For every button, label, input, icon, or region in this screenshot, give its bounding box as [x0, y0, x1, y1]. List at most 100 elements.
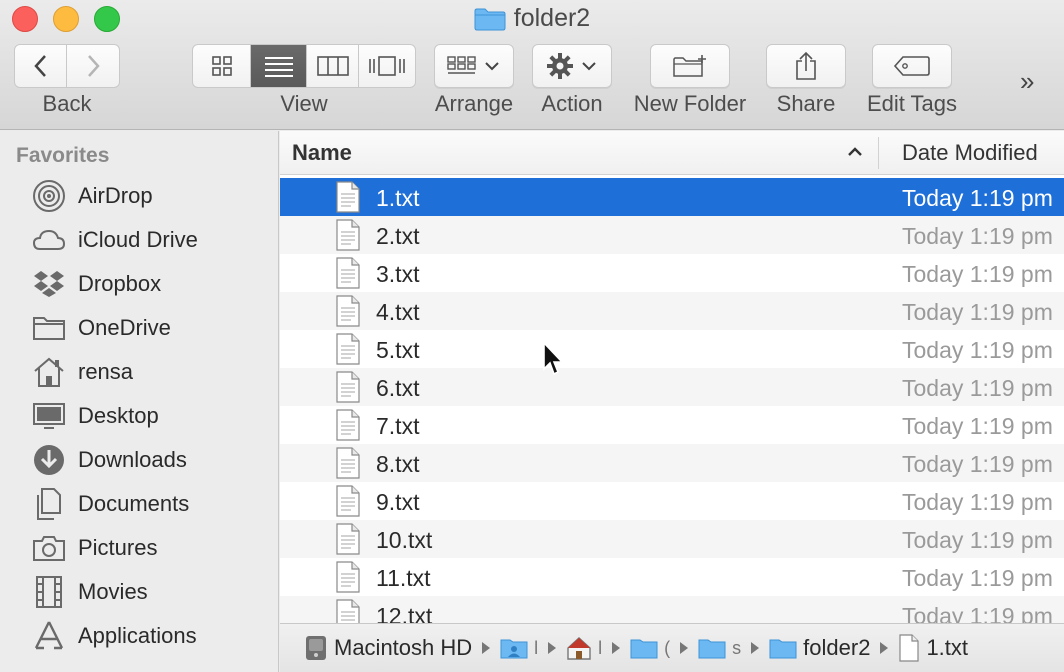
file-row[interactable]: 6.txt Today 1:19 pm — [280, 368, 1064, 406]
back-button[interactable] — [15, 45, 68, 87]
path-separator-icon — [880, 642, 889, 654]
file-row[interactable]: 2.txt Today 1:19 pm — [280, 216, 1064, 254]
path-separator-icon — [482, 642, 491, 654]
path-separator-icon — [612, 642, 621, 654]
share-icon — [796, 51, 816, 80]
path-item-folder-b[interactable]: s — [698, 637, 741, 659]
chevron-right-icon — [88, 55, 100, 77]
sidebar-item-dropbox[interactable]: Dropbox — [0, 262, 279, 306]
file-row[interactable]: 11.txt Today 1:19 pm — [280, 558, 1064, 596]
file-date-modified: Today 1:19 pm — [902, 451, 1053, 477]
column-view-button[interactable] — [307, 45, 359, 87]
file-date-modified: Today 1:19 pm — [902, 565, 1053, 591]
file-name: 5.txt — [376, 337, 420, 363]
airdrop-icon — [31, 178, 67, 214]
new-folder-icon — [673, 55, 706, 77]
file-row[interactable]: 9.txt Today 1:19 pm — [280, 482, 1064, 520]
path-item-users[interactable]: l — [500, 637, 538, 659]
path-item-label: Macintosh HD — [334, 635, 473, 660]
path-item-folder-a[interactable]: ( — [630, 637, 670, 659]
path-item-home[interactable]: l — [566, 636, 602, 660]
file-name: 2.txt — [376, 223, 420, 249]
text-file-icon — [334, 485, 362, 517]
file-name: 9.txt — [376, 489, 420, 515]
mouse-pointer-icon — [543, 341, 564, 376]
home-icon — [567, 637, 591, 660]
folder-icon — [698, 639, 726, 659]
sidebar-item-desktop[interactable]: Desktop — [0, 394, 279, 438]
file-date-modified: Today 1:19 pm — [902, 299, 1053, 325]
path-item-folder2[interactable]: folder2 — [769, 635, 870, 661]
file-date-modified: Today 1:19 pm — [902, 223, 1053, 249]
file-row[interactable]: 4.txt Today 1:19 pm — [280, 292, 1064, 330]
file-name: 6.txt — [376, 375, 420, 401]
toolbar-overflow-button[interactable]: » — [1020, 66, 1034, 97]
sort-ascending-icon[interactable] — [844, 139, 866, 165]
new-folder-button[interactable] — [650, 44, 730, 88]
text-file-icon — [334, 599, 362, 623]
desktop-icon — [31, 398, 67, 434]
icon-view-button[interactable] — [193, 45, 251, 87]
file-name: 3.txt — [376, 261, 420, 287]
new-folder-label: New Folder — [633, 91, 747, 116]
text-file-icon — [334, 523, 362, 555]
list-view-button[interactable] — [251, 45, 307, 87]
text-file-icon — [334, 561, 362, 593]
path-item-label: ( — [664, 637, 671, 658]
path-item-file[interactable]: 1.txt — [898, 634, 968, 662]
file-row[interactable]: 10.txt Today 1:19 pm — [280, 520, 1064, 558]
dropbox-icon — [31, 266, 67, 302]
sidebar-item-rensa[interactable]: rensa — [0, 350, 279, 394]
sidebar-item-movies[interactable]: Movies — [0, 570, 279, 614]
sidebar-item-airdrop[interactable]: AirDrop — [0, 174, 279, 218]
text-file-icon — [334, 371, 362, 403]
folder-icon — [31, 310, 67, 346]
sidebar-item-applications[interactable]: Applications — [0, 614, 279, 658]
sidebar-item-label: AirDrop — [78, 183, 153, 208]
file-date-modified: Today 1:19 pm — [902, 603, 1053, 623]
sidebar: Favorites AirDrop iCloud Drive Dropbox O… — [0, 131, 279, 672]
file-name: 1.txt — [376, 185, 420, 211]
edit-tags-button[interactable] — [872, 44, 952, 88]
path-item-label: l — [598, 637, 603, 658]
coverflow-icon — [369, 56, 405, 76]
path-item-label: l — [534, 637, 539, 658]
path-item-drive[interactable]: Macintosh HD — [304, 634, 472, 662]
file-row[interactable]: 7.txt Today 1:19 pm — [280, 406, 1064, 444]
window-title: folder2 — [0, 4, 1064, 33]
sidebar-item-pictures[interactable]: Pictures — [0, 526, 279, 570]
sidebar-item-label: Desktop — [78, 403, 159, 428]
file-rows: 1.txt Today 1:19 pm 2.txt Today 1:19 pm 3.tx… — [280, 178, 1064, 623]
tag-icon — [893, 56, 930, 76]
arrange-label: Arrange — [434, 91, 514, 116]
window-toolbar: folder2 Back View Arrange Action New Fol… — [0, 0, 1064, 130]
sidebar-item-icloud-drive[interactable]: iCloud Drive — [0, 218, 279, 262]
sidebar-item-documents[interactable]: Documents — [0, 482, 279, 526]
file-name: 7.txt — [376, 413, 420, 439]
file-row[interactable]: 5.txt Today 1:19 pm — [280, 330, 1064, 368]
camera-icon — [31, 530, 67, 566]
action-button[interactable] — [532, 44, 612, 88]
coverflow-view-button[interactable] — [359, 45, 415, 87]
file-row[interactable]: 12.txt Today 1:19 pm — [280, 596, 1064, 623]
name-column-header[interactable]: Name — [292, 140, 352, 166]
file-row[interactable]: 1.txt Today 1:19 pm — [280, 178, 1064, 216]
date-modified-column-header[interactable]: Date Modified — [902, 140, 1038, 166]
sidebar-item-downloads[interactable]: Downloads — [0, 438, 279, 482]
gear-icon — [547, 53, 573, 79]
folder-icon — [630, 639, 658, 659]
column-header: Name Date Modified — [280, 131, 1064, 175]
path-bar: Macintosh HD l l ( s folder2 1.txt — [280, 623, 1064, 672]
forward-button[interactable] — [67, 45, 119, 87]
chevron-down-icon — [485, 62, 499, 71]
file-row[interactable]: 3.txt Today 1:19 pm — [280, 254, 1064, 292]
arrange-button[interactable] — [434, 44, 514, 88]
text-file-icon — [334, 295, 362, 327]
share-button[interactable] — [766, 44, 846, 88]
sidebar-item-label: Pictures — [78, 535, 158, 560]
sidebar-item-onedrive[interactable]: OneDrive — [0, 306, 279, 350]
file-row[interactable]: 8.txt Today 1:19 pm — [280, 444, 1064, 482]
file-date-modified: Today 1:19 pm — [902, 413, 1053, 439]
column-divider[interactable] — [878, 137, 879, 169]
file-date-modified: Today 1:19 pm — [902, 527, 1053, 553]
